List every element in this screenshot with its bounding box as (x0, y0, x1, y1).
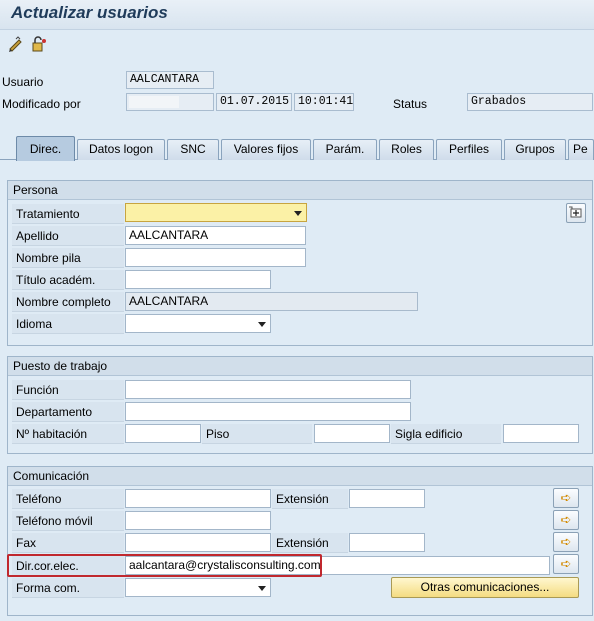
comunicacion-header: Comunicación (8, 467, 592, 486)
idioma-label: Idioma (12, 314, 124, 334)
fax-label: Fax (12, 533, 124, 553)
tab-valores-fijos[interactable]: Valores fijos (221, 139, 311, 160)
telefono-label: Teléfono (12, 489, 124, 509)
extension-input-2[interactable] (349, 533, 425, 552)
arrow-right-icon: ➪ (560, 512, 572, 527)
usuario-field: AALCANTARA (126, 71, 214, 89)
apellido-label: Apellido (12, 226, 124, 246)
redacted-block (129, 96, 179, 108)
habitacion-label: Nº habitación (12, 424, 124, 444)
sigla-label: Sigla edificio (391, 424, 501, 444)
habitacion-input[interactable] (125, 424, 201, 443)
arrow-right-icon: ➪ (560, 556, 572, 571)
date-field: 01.07.2015 (216, 93, 292, 111)
expand-icon[interactable] (566, 203, 586, 223)
apellido-input[interactable]: AALCANTARA (125, 226, 306, 245)
otras-comunicaciones-button[interactable]: Otras comunicaciones... (391, 577, 579, 598)
modificado-por-field (126, 93, 214, 111)
tratamiento-dropdown[interactable] (125, 203, 307, 222)
titulo-input[interactable] (125, 270, 271, 289)
tab-datos-logon[interactable]: Datos logon (77, 139, 165, 160)
tab-perfiles[interactable]: Perfiles (436, 139, 502, 160)
nombre-pila-input[interactable] (125, 248, 306, 267)
arrow-right-icon: ➪ (560, 490, 572, 505)
fax-more-button[interactable]: ➪ (553, 532, 579, 552)
tab-grupos[interactable]: Grupos (504, 139, 566, 160)
puesto-header: Puesto de trabajo (8, 357, 592, 376)
usuario-label: Usuario (2, 75, 44, 89)
tab-direc[interactable]: Direc. (16, 136, 75, 161)
piso-input[interactable] (314, 424, 390, 443)
extension-label-1: Extensión (272, 489, 348, 509)
nombre-completo-field: AALCANTARA (125, 292, 418, 311)
tab-param[interactable]: Parám. (313, 139, 377, 160)
telefono-movil-label: Teléfono móvil (12, 511, 124, 531)
email-more-button[interactable]: ➪ (553, 554, 579, 574)
nombre-pila-label: Nombre pila (12, 248, 124, 268)
tratamiento-label: Tratamiento (12, 204, 124, 224)
telefono-more-button[interactable]: ➪ (553, 488, 579, 508)
tab-pe[interactable]: Pe (568, 139, 594, 160)
pencil-icon[interactable] (7, 35, 25, 53)
departamento-input[interactable] (125, 402, 411, 421)
piso-label: Piso (202, 424, 312, 444)
extension-label-2: Extensión (272, 533, 348, 553)
funcion-label: Función (12, 380, 124, 400)
idioma-dropdown[interactable] (125, 314, 271, 333)
tab-roles[interactable]: Roles (379, 139, 434, 160)
modificado-por-label: Modificado por (2, 97, 81, 111)
nombre-completo-label: Nombre completo (12, 292, 124, 312)
tab-snc[interactable]: SNC (167, 139, 219, 160)
time-field: 10:01:41 (294, 93, 354, 111)
movil-more-button[interactable]: ➪ (553, 510, 579, 530)
lock-icon[interactable] (30, 35, 48, 53)
forma-com-label: Forma com. (12, 578, 124, 598)
chevron-down-icon (294, 211, 302, 216)
departamento-label: Departamento (12, 402, 124, 422)
forma-com-dropdown[interactable] (125, 578, 271, 597)
chevron-down-icon (258, 322, 266, 327)
arrow-right-icon: ➪ (560, 534, 572, 549)
toolbar (0, 31, 594, 57)
funcion-input[interactable] (125, 380, 411, 399)
status-label: Status (393, 97, 428, 111)
telefono-input[interactable] (125, 489, 271, 508)
page-title: Actualizar usuarios (11, 3, 168, 22)
persona-header: Persona (8, 181, 592, 200)
telefono-movil-input[interactable] (125, 511, 271, 530)
titulo-label: Título académ. (12, 270, 124, 290)
fax-input[interactable] (125, 533, 271, 552)
sigla-input[interactable] (503, 424, 579, 443)
status-field: Grabados (467, 93, 593, 111)
extension-input-1[interactable] (349, 489, 425, 508)
email-highlight-box (7, 554, 322, 577)
chevron-down-icon (258, 586, 266, 591)
